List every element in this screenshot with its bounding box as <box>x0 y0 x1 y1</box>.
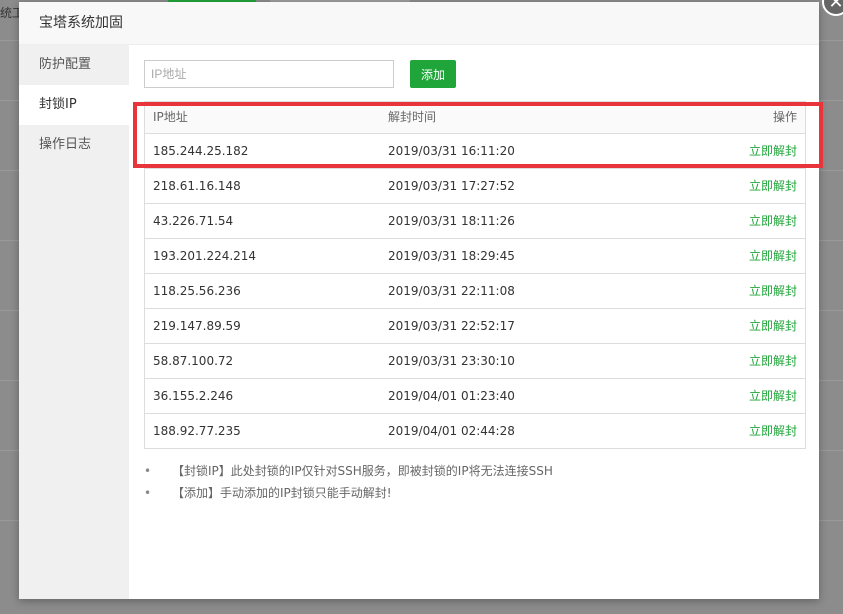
unblock-time-cell: 2019/04/01 02:44:28 <box>388 424 515 438</box>
unblock-time-cell: 2019/03/31 22:52:17 <box>388 319 515 333</box>
sidebar-item-protection-config[interactable]: 防护配置 <box>19 45 129 85</box>
note-text: 【封锁IP】此处封锁的IP仅针对SSH服务，即被封锁的IP将无法连接SSH <box>172 464 553 478</box>
unblock-now-link[interactable]: 立即解封 <box>749 379 797 413</box>
unblock-time-cell: 2019/03/31 23:30:10 <box>388 354 515 368</box>
ip-cell: 185.244.25.182 <box>153 144 249 158</box>
column-header-ip: IP地址 <box>153 110 188 124</box>
column-header-action: 操作 <box>772 110 797 124</box>
sidebar-item-block-ip[interactable]: 封锁IP <box>19 85 129 125</box>
table-row: 58.87.100.72 2019/03/31 23:30:10 立即解封 <box>145 344 805 379</box>
ip-cell: 188.92.77.235 <box>153 424 241 438</box>
unblock-time-cell: 2019/04/01 01:23:40 <box>388 389 515 403</box>
sidebar-item-operation-log[interactable]: 操作日志 <box>19 125 129 165</box>
unblock-now-link[interactable]: 立即解封 <box>749 239 797 273</box>
ip-cell: 219.147.89.59 <box>153 319 241 333</box>
unblock-now-link[interactable]: 立即解封 <box>749 274 797 308</box>
unblock-time-cell: 2019/03/31 16:11:20 <box>388 144 515 158</box>
ip-cell: 43.226.71.54 <box>153 214 234 228</box>
unblock-time-cell: 2019/03/31 22:11:08 <box>388 284 515 298</box>
ip-cell: 36.155.2.246 <box>153 389 234 403</box>
table-row: 219.147.89.59 2019/03/31 22:52:17 立即解封 <box>145 309 805 344</box>
close-icon: ✕ <box>828 0 843 13</box>
table-row: 185.244.25.182 2019/03/31 16:11:20 立即解封 <box>145 134 805 169</box>
table-row: 188.92.77.235 2019/04/01 02:44:28 立即解封 <box>145 414 805 449</box>
table-header: IP地址 解封时间 操作 <box>145 102 805 134</box>
ip-cell: 118.25.56.236 <box>153 284 241 298</box>
unblock-now-link[interactable]: 立即解封 <box>749 414 797 448</box>
bullet-icon: • <box>144 486 152 500</box>
unblock-now-link[interactable]: 立即解封 <box>749 344 797 378</box>
unblock-time-cell: 2019/03/31 17:27:52 <box>388 179 515 193</box>
note-item: • 【添加】手动添加的IP封锁只能手动解封! <box>144 482 784 504</box>
unblock-now-link[interactable]: 立即解封 <box>749 134 797 168</box>
table-row: 193.201.224.214 2019/03/31 18:29:45 立即解封 <box>145 239 805 274</box>
note-text: 【添加】手动添加的IP封锁只能手动解封! <box>172 486 392 500</box>
ip-address-input[interactable] <box>144 60 394 88</box>
help-notes: • 【封锁IP】此处封锁的IP仅针对SSH服务，即被封锁的IP将无法连接SSH … <box>144 460 784 504</box>
ip-cell: 58.87.100.72 <box>153 354 234 368</box>
add-button[interactable]: 添加 <box>410 60 456 88</box>
unblock-now-link[interactable]: 立即解封 <box>749 204 797 238</box>
sidebar: 防护配置 封锁IP 操作日志 <box>19 45 129 599</box>
note-item: • 【封锁IP】此处封锁的IP仅针对SSH服务，即被封锁的IP将无法连接SSH <box>144 460 784 482</box>
sidebar-item-label: 封锁IP <box>39 97 77 112</box>
unblock-time-cell: 2019/03/31 18:11:26 <box>388 214 515 228</box>
bullet-icon: • <box>144 464 152 478</box>
sidebar-item-label: 操作日志 <box>39 137 92 152</box>
table-row: 43.226.71.54 2019/03/31 18:11:26 立即解封 <box>145 204 805 239</box>
unblock-now-link[interactable]: 立即解封 <box>749 309 797 343</box>
security-hardening-dialog: 宝塔系统加固 ✕ 防护配置 封锁IP 操作日志 添加 IP地址 解封时间 操作 … <box>19 0 843 599</box>
blocked-ip-table: IP地址 解封时间 操作 185.244.25.182 2019/03/31 1… <box>144 101 806 449</box>
unblock-time-cell: 2019/03/31 18:29:45 <box>388 249 515 263</box>
table-row: 218.61.16.148 2019/03/31 17:27:52 立即解封 <box>145 169 805 204</box>
dialog-title: 宝塔系统加固 <box>19 2 819 45</box>
unblock-now-link[interactable]: 立即解封 <box>749 169 797 203</box>
column-header-unblock-time: 解封时间 <box>388 110 437 124</box>
table-row: 36.155.2.246 2019/04/01 01:23:40 立即解封 <box>145 379 805 414</box>
ip-cell: 193.201.224.214 <box>153 249 257 263</box>
ip-cell: 218.61.16.148 <box>153 179 241 193</box>
sidebar-item-label: 防护配置 <box>39 57 92 72</box>
table-row: 118.25.56.236 2019/03/31 22:11:08 立即解封 <box>145 274 805 309</box>
